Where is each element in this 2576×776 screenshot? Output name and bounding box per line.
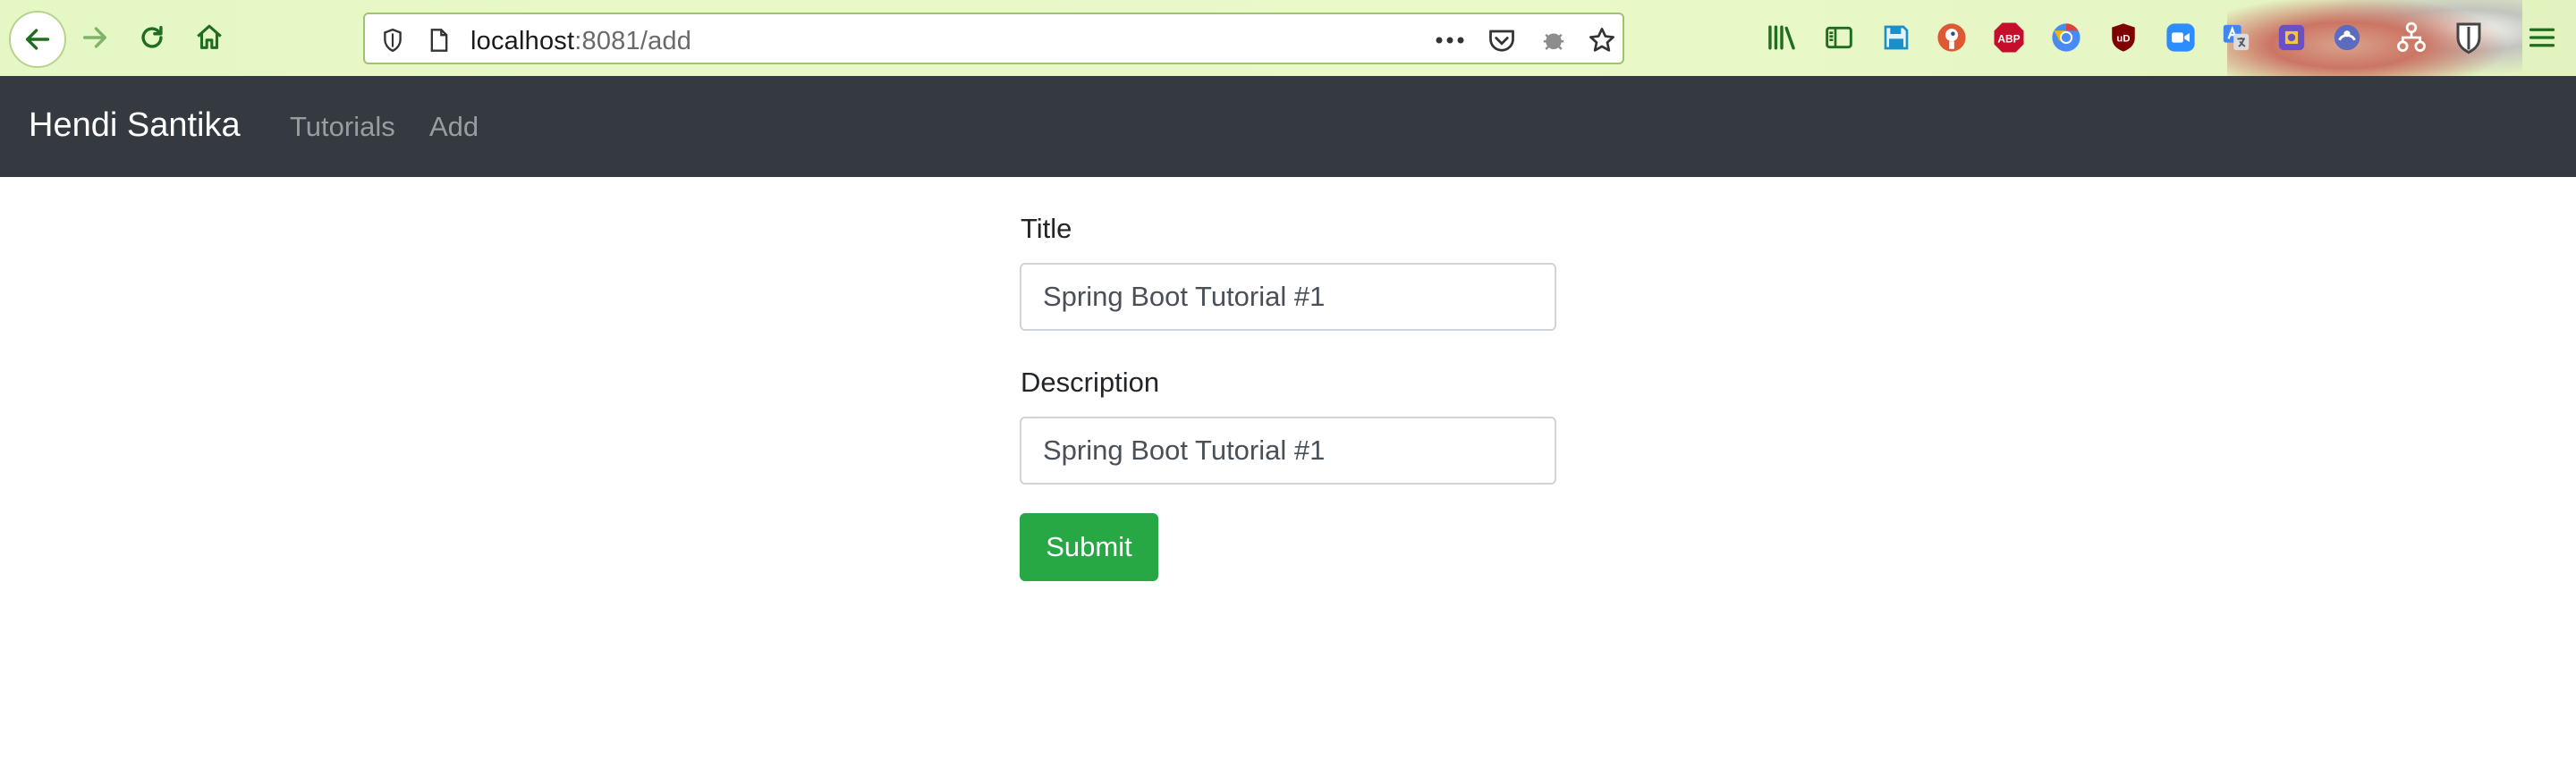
more-icon[interactable] [1435,25,1465,55]
ublock-icon[interactable]: uD [2106,20,2141,55]
adblock-icon[interactable]: ABP [1991,20,2027,55]
extension-icon-a[interactable] [2274,20,2309,55]
browser-toolbar: localhost:8081/add ABP uD [0,0,2576,76]
zoom-icon[interactable] [2163,20,2199,55]
url-host: localhost [470,27,575,55]
pocket-icon[interactable] [1487,25,1517,55]
home-button[interactable] [184,13,234,63]
page-icon[interactable] [424,25,454,55]
nav-link-tutorials[interactable]: Tutorials [290,111,395,143]
chrome-icon[interactable] [2048,20,2084,55]
ublock-label: uD [2116,33,2130,44]
network-icon[interactable] [2394,20,2429,55]
library-icon[interactable] [1764,20,1800,55]
url-path: :8081/add [574,27,692,55]
title-label: Title [1021,213,1072,244]
description-label: Description [1021,367,1160,398]
star-icon[interactable] [1587,25,1617,55]
home-icon [197,24,222,49]
nav-link-add[interactable]: Add [429,111,479,143]
reload-button[interactable] [127,13,177,63]
title-input[interactable] [1020,263,1556,331]
description-input[interactable] [1020,417,1556,485]
forward-icon [82,27,107,48]
back-button[interactable] [9,11,66,68]
back-icon [25,29,50,50]
menu-icon[interactable] [2524,20,2560,55]
app-navbar: Hendi Santika Tutorials Add [0,76,2576,177]
url-bar[interactable]: localhost:8081/add [363,13,1624,64]
brand-link[interactable]: Hendi Santika [29,106,241,145]
sidebar-icon[interactable] [1821,20,1857,55]
duckduckgo-icon[interactable] [1934,20,1970,55]
bitwarden-icon[interactable] [2451,20,2487,55]
submit-button[interactable]: Submit [1020,513,1158,581]
bug-icon[interactable] [1538,25,1569,55]
forward-button[interactable] [70,13,120,63]
extension-icon-b[interactable] [2329,20,2365,55]
shield-icon[interactable] [377,25,408,55]
url-text[interactable]: localhost:8081/add [470,27,691,56]
reload-icon [141,25,163,48]
adblock-label: ABP [1997,32,2020,45]
translate-icon[interactable] [2218,20,2254,55]
save-icon[interactable] [1878,20,1914,55]
